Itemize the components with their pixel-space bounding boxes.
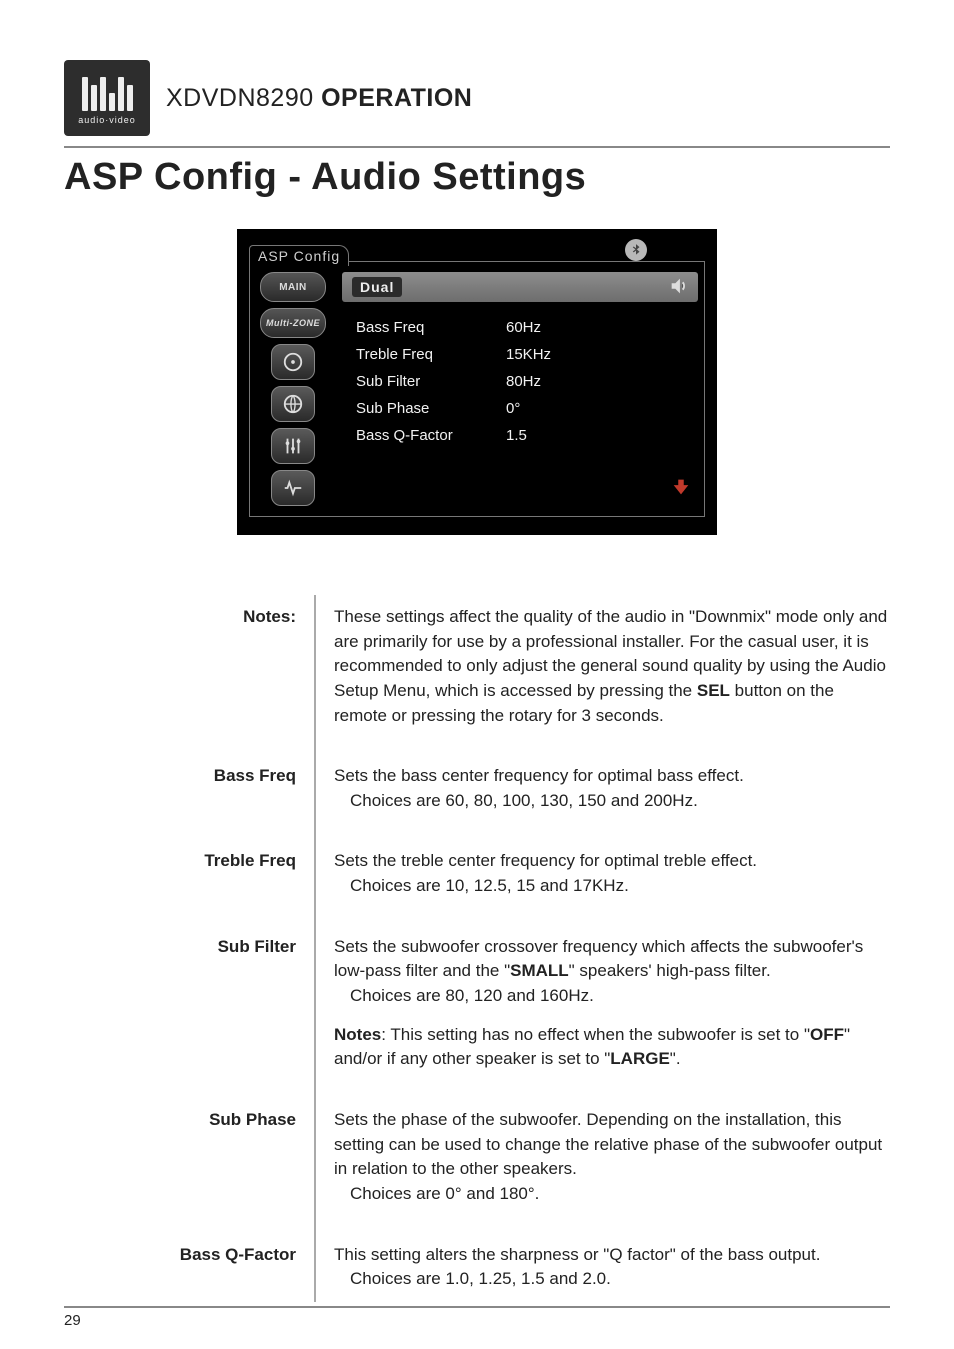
brand-logo: audio·video [64,60,150,136]
device-screenshot: ASP Config MAIN Multi-ZONE [237,229,717,535]
text-span: This setting alters the sharpness or "Q … [334,1243,890,1268]
header-title: XDVDN8290 OPERATION [166,84,472,113]
def-body-bass-freq: Sets the bass center frequency for optim… [315,754,890,839]
operation-word: OPERATION [321,84,472,112]
settings-list: Bass Freq 60Hz Treble Freq 15KHz Sub Fil… [342,314,698,449]
row-label: Bass Freq [356,319,506,336]
asp-sidebar: MAIN Multi-ZONE [250,262,336,516]
def-body-notes: These settings affect the quality of the… [315,595,890,754]
asp-main-panel: Dual Bass Freq 60Hz Treble Freq 15KHz [336,262,704,516]
def-label-treble-freq: Treble Freq [64,839,315,924]
row-value: 15KHz [506,346,551,363]
logo-bars-icon [82,71,133,111]
row-value: 1.5 [506,427,527,444]
sidebar-globe-icon[interactable] [271,386,315,422]
def-label-bass-q: Bass Q-Factor [64,1233,315,1302]
row-label: Sub Filter [356,373,506,390]
row-label: Sub Phase [356,400,506,417]
header-divider [64,146,890,148]
manual-page: audio·video XDVDN8290 OPERATION ASP Conf… [0,0,954,1349]
off-bold: OFF [810,1025,844,1044]
sub-filter-line: Sets the subwoofer crossover frequency w… [334,935,890,984]
sidebar-wave-icon[interactable] [271,470,315,506]
asp-config-tab[interactable]: ASP Config [249,245,349,266]
text-span: " speakers' high-pass filter. [569,961,771,980]
row-bass-freq[interactable]: Bass Freq 60Hz [356,314,684,341]
scroll-down-arrow-icon[interactable] [670,476,692,504]
def-notes: Notes: These settings affect the quality… [64,595,890,754]
sub-filter-note: Notes: This setting has no effect when t… [334,1023,890,1072]
def-sub-phase: Sub Phase Sets the phase of the subwoofe… [64,1098,890,1233]
def-label-sub-filter: Sub Filter [64,925,315,1098]
asp-body: MAIN Multi-ZONE Dual [249,261,705,517]
choices-text: Choices are 60, 80, 100, 130, 150 and 20… [334,789,890,814]
def-treble-freq: Treble Freq Sets the treble center frequ… [64,839,890,924]
small-bold: SMALL [510,961,569,980]
notes-bold: Notes [334,1025,381,1044]
def-label-sub-phase: Sub Phase [64,1098,315,1233]
choices-text: Choices are 0° and 180°. [334,1182,890,1207]
choices-text: Choices are 1.0, 1.25, 1.5 and 2.0. [334,1267,890,1292]
def-body-bass-q: This setting alters the sharpness or "Q … [315,1233,890,1302]
def-bass-q: Bass Q-Factor This setting alters the sh… [64,1233,890,1302]
def-label-notes: Notes: [64,595,315,754]
row-sub-phase[interactable]: Sub Phase 0° [356,395,684,422]
row-sub-filter[interactable]: Sub Filter 80Hz [356,368,684,395]
sidebar-sliders-icon[interactable] [271,428,315,464]
def-label-bass-freq: Bass Freq [64,754,315,839]
sel-bold: SEL [697,681,730,700]
row-value: 60Hz [506,319,541,336]
text-span: Sets the bass center frequency for optim… [334,764,890,789]
text-span: : This setting has no effect when the su… [381,1025,810,1044]
sidebar-main-button[interactable]: MAIN [260,272,326,302]
mute-icon[interactable] [668,275,692,299]
definitions-table: Notes: These settings affect the quality… [64,595,890,1302]
text-span: ". [670,1049,681,1068]
row-label: Bass Q-Factor [356,427,506,444]
page-number: 29 [64,1312,81,1329]
def-body-treble-freq: Sets the treble center frequency for opt… [315,839,890,924]
sidebar-multizone-button[interactable]: Multi-ZONE [260,308,326,338]
model-number: XDVDN8290 [166,84,314,112]
page-footer: 29 [64,1306,890,1329]
row-value: 0° [506,400,520,417]
def-body-sub-filter: Sets the subwoofer crossover frequency w… [315,925,890,1098]
def-bass-freq: Bass Freq Sets the bass center frequency… [64,754,890,839]
text-span: Sets the phase of the subwoofer. Dependi… [334,1108,890,1182]
def-sub-filter: Sub Filter Sets the subwoofer crossover … [64,925,890,1098]
brand-bar: Dual [342,272,698,302]
row-treble-freq[interactable]: Treble Freq 15KHz [356,341,684,368]
section-title: ASP Config - Audio Settings [64,156,890,199]
brand-badge: Dual [352,277,402,297]
def-body-sub-phase: Sets the phase of the subwoofer. Dependi… [315,1098,890,1233]
row-bass-q-factor[interactable]: Bass Q-Factor 1.5 [356,422,684,449]
large-bold: LARGE [610,1049,670,1068]
text-span: Sets the treble center frequency for opt… [334,849,890,874]
row-value: 80Hz [506,373,541,390]
bluetooth-icon [625,239,647,261]
page-header: audio·video XDVDN8290 OPERATION [64,60,890,136]
choices-text: Choices are 80, 120 and 160Hz. [334,984,890,1009]
logo-subtext: audio·video [78,115,136,125]
row-label: Treble Freq [356,346,506,363]
asp-tab-bar: ASP Config [249,239,705,261]
choices-text: Choices are 10, 12.5, 15 and 17KHz. [334,874,890,899]
sidebar-disc-icon[interactable] [271,344,315,380]
